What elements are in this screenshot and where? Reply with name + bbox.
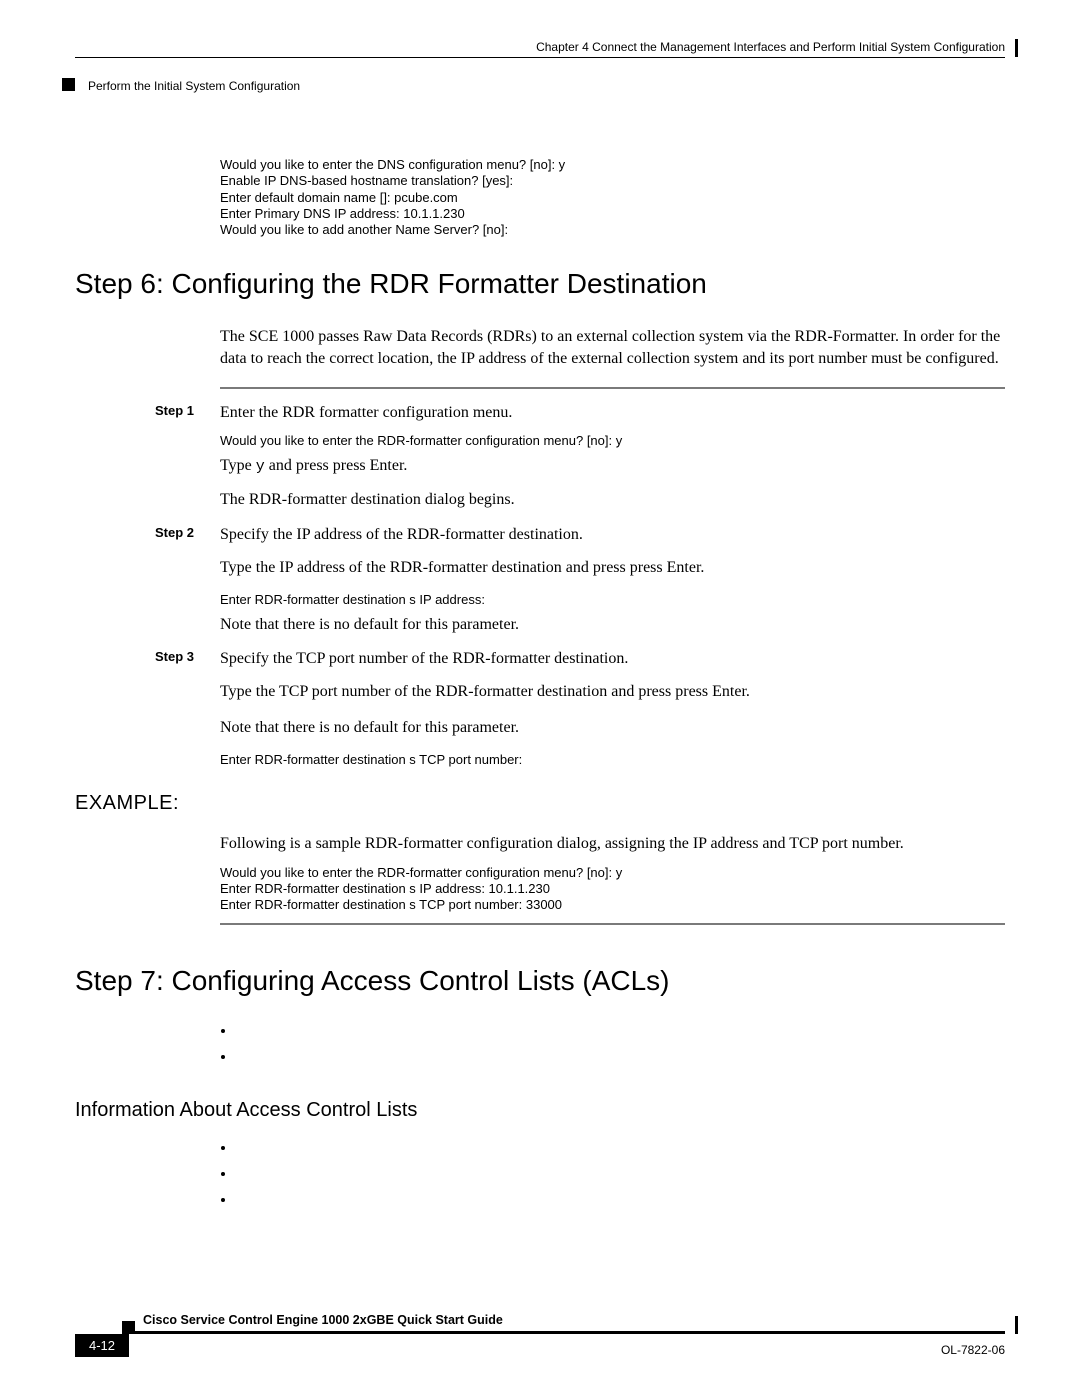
- step3-text: Specify the TCP port number of the RDR-f…: [220, 647, 628, 671]
- page-footer: Cisco Service Control Engine 1000 2xGBE …: [75, 1313, 1005, 1357]
- step3-line2: Type the TCP port number of the RDR-form…: [220, 679, 1005, 705]
- list-item: [235, 1192, 1005, 1212]
- list-item: [235, 1049, 1005, 1069]
- acl-info-heading: Information About Access Control Lists: [75, 1099, 1005, 1122]
- step1-after: The RDR-formatter destination dialog beg…: [220, 487, 1005, 513]
- doc-id: OL-7822-06: [941, 1343, 1005, 1357]
- step2-code: Enter RDR-formatter destination s IP add…: [220, 590, 1005, 610]
- divider-top: [220, 387, 1005, 389]
- step3-row: Step 3 Specify the TCP port number of th…: [155, 647, 1005, 671]
- subheader-section: Perform the Initial System Configuration: [75, 79, 1005, 93]
- divider-bottom: [220, 923, 1005, 925]
- footer-block: Cisco Service Control Engine 1000 2xGBE …: [135, 1313, 1005, 1334]
- footer-corner-mark: [1015, 1316, 1018, 1334]
- dns-config-code: Would you like to enter the DNS configur…: [220, 157, 1005, 238]
- step1-type-prefix: Type: [220, 457, 256, 474]
- step3-code: Enter RDR-formatter destination s TCP po…: [220, 750, 1005, 770]
- step1-text: Enter the RDR formatter configuration me…: [220, 401, 512, 425]
- step1-type-mono: y: [256, 458, 265, 475]
- step7-heading: Step 7: Configuring Access Control Lists…: [75, 965, 1005, 997]
- step1-type: Type y and press press Enter.: [220, 453, 1005, 479]
- footer-square-mark: [122, 1321, 135, 1334]
- step2-label: Step 2: [155, 523, 220, 547]
- example-code: Would you like to enter the RDR-formatte…: [220, 865, 1005, 914]
- step6-intro: The SCE 1000 passes Raw Data Records (RD…: [220, 326, 1005, 369]
- page-subheader: Perform the Initial System Configuration: [75, 78, 1005, 92]
- step7-bullets: [235, 1023, 1005, 1069]
- page-number: 4-12: [75, 1334, 129, 1357]
- step3-note: Note that there is no default for this p…: [220, 715, 1005, 741]
- footer-rule: [135, 1331, 1005, 1334]
- list-item: [235, 1023, 1005, 1043]
- step2-text: Specify the IP address of the RDR-format…: [220, 523, 583, 547]
- example-heading: EXAMPLE:: [75, 792, 1005, 815]
- page-header: Chapter 4 Connect the Management Interfa…: [75, 40, 1005, 70]
- step2-note: Note that there is no default for this p…: [220, 612, 1005, 638]
- step1-row: Step 1 Enter the RDR formatter configura…: [155, 401, 1005, 425]
- acl-info-bullets: [235, 1140, 1005, 1212]
- step1-type-suffix: and press press Enter.: [265, 457, 408, 474]
- list-item: [235, 1166, 1005, 1186]
- example-text: Following is a sample RDR-formatter conf…: [220, 833, 1005, 855]
- subheader-square-mark: [62, 78, 75, 91]
- content-area: Would you like to enter the DNS configur…: [75, 157, 1005, 1212]
- footer-guide-title: Cisco Service Control Engine 1000 2xGBE …: [135, 1313, 1005, 1327]
- step1-label: Step 1: [155, 401, 220, 425]
- footer-row: 4-12 OL-7822-06: [75, 1334, 1005, 1357]
- step6-heading: Step 6: Configuring the RDR Formatter De…: [75, 268, 1005, 300]
- step2-line2: Type the IP address of the RDR-formatter…: [220, 555, 1005, 581]
- step2-row: Step 2 Specify the IP address of the RDR…: [155, 523, 1005, 547]
- document-page: Chapter 4 Connect the Management Interfa…: [0, 0, 1080, 1397]
- list-item: [235, 1140, 1005, 1160]
- step3-label: Step 3: [155, 647, 220, 671]
- header-corner-mark: [1015, 39, 1018, 57]
- header-rule: [75, 57, 1005, 58]
- step1-code: Would you like to enter the RDR-formatte…: [220, 431, 1005, 451]
- header-chapter: Chapter 4 Connect the Management Interfa…: [75, 40, 1005, 54]
